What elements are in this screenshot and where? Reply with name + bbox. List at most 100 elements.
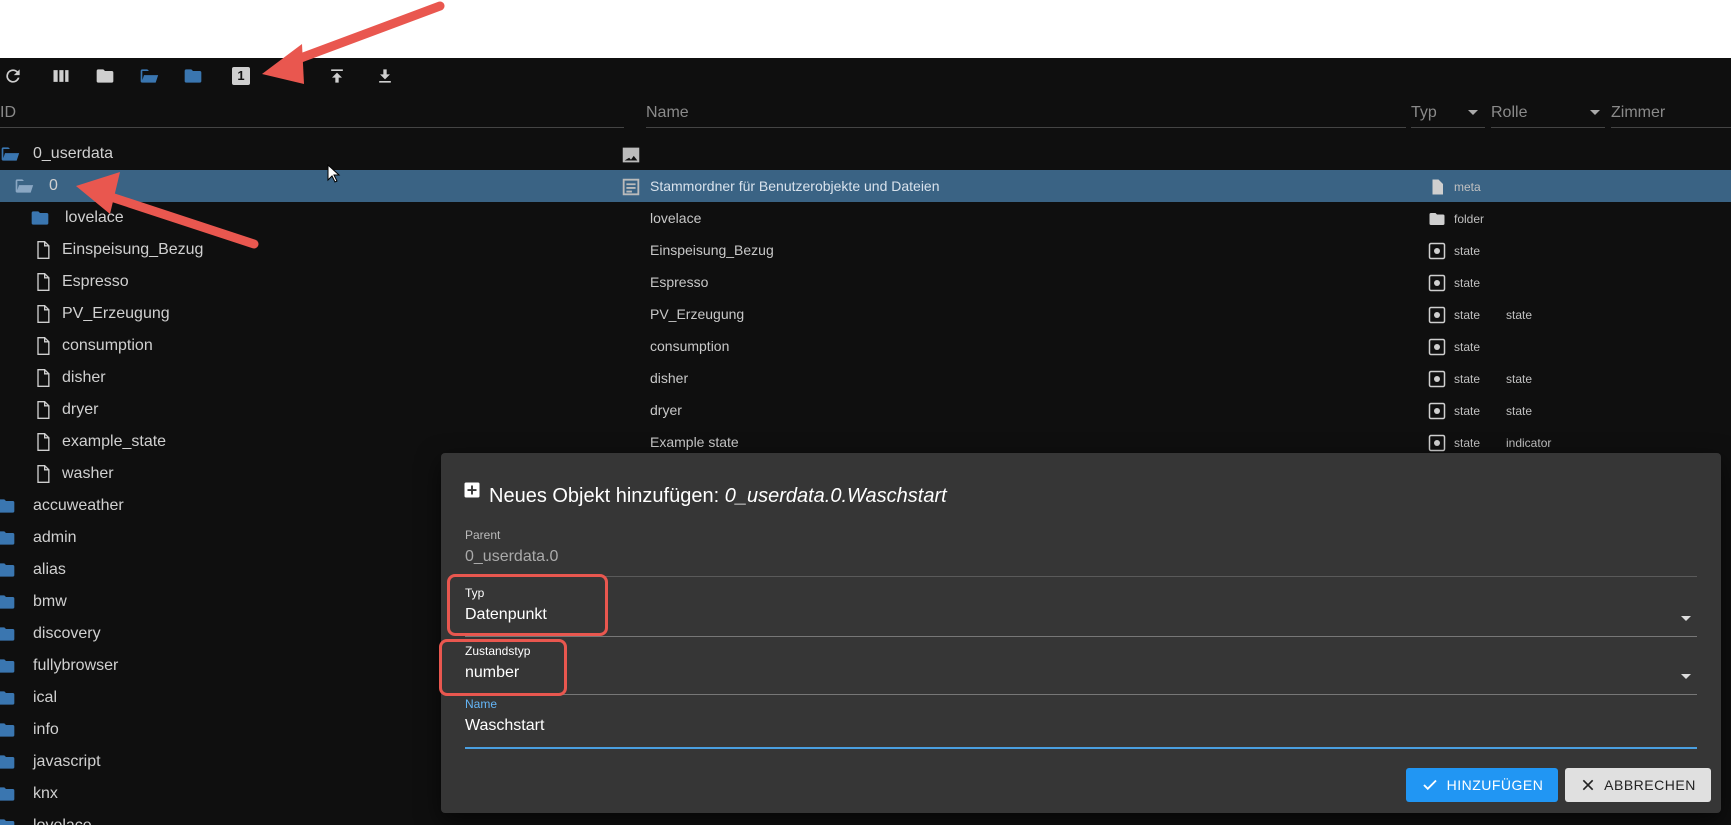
header-type[interactable]: Typ bbox=[1411, 104, 1437, 122]
document-icon bbox=[1432, 179, 1443, 195]
tree-row[interactable]: dryer dryer state state bbox=[0, 394, 1731, 426]
tree-row-label: javascript bbox=[33, 753, 101, 770]
object-browser: 1 + ID Name Typ Rolle Zimmer 0_userdata bbox=[0, 58, 1731, 825]
tree-row-name: Example state bbox=[650, 434, 739, 450]
tree-row[interactable]: Einspeisung_Bezug Einspeisung_Bezug stat… bbox=[0, 234, 1731, 266]
room-header-underline bbox=[1611, 127, 1731, 128]
tree-row-name: consumption bbox=[650, 338, 730, 354]
type-label: state bbox=[1454, 276, 1481, 290]
badge-one-icon[interactable]: 1 bbox=[230, 66, 252, 86]
dialog-title-path: 0_userdata.0.Waschstart bbox=[724, 485, 947, 507]
type-label: state bbox=[1454, 404, 1481, 418]
role-filter-caret-icon[interactable] bbox=[1590, 110, 1600, 115]
tree-row[interactable]: disher disher state state bbox=[0, 362, 1731, 394]
tree-row-name: Stammordner für Benutzerobjekte und Date… bbox=[650, 178, 940, 194]
type-cell: state bbox=[1428, 304, 1508, 326]
tree-row[interactable]: consumption consumption state bbox=[0, 330, 1731, 362]
folder-icon[interactable] bbox=[94, 66, 116, 86]
tree-row-label: ical bbox=[33, 689, 58, 706]
folder-icon bbox=[0, 691, 15, 705]
file-icon bbox=[37, 241, 50, 259]
tree-row[interactable]: Espresso Espresso state bbox=[0, 266, 1731, 298]
name-header-underline bbox=[646, 127, 1406, 128]
description-icon[interactable] bbox=[620, 176, 642, 198]
annotation-box-type bbox=[447, 574, 608, 636]
type-filter-caret-icon[interactable] bbox=[1468, 110, 1478, 115]
header-name[interactable]: Name bbox=[646, 104, 689, 122]
tree-row-name: dryer bbox=[650, 402, 682, 418]
annotation-box-statetype bbox=[439, 639, 567, 696]
folder-icon bbox=[1429, 213, 1445, 225]
name-label: Name bbox=[465, 697, 498, 711]
mouse-cursor-icon bbox=[327, 164, 341, 183]
folder-open-icon bbox=[15, 179, 34, 193]
add-object-dialog: Neues Objekt hinzufügen: 0_userdata.0.Wa… bbox=[441, 453, 1721, 813]
header-room[interactable]: Zimmer bbox=[1611, 104, 1665, 122]
state-type-dropdown-caret-icon[interactable] bbox=[1681, 674, 1691, 679]
folder-icon bbox=[0, 531, 15, 545]
state-icon bbox=[1428, 242, 1446, 260]
add-button[interactable]: HINZUFÜGEN bbox=[1406, 768, 1558, 802]
download-icon[interactable] bbox=[374, 66, 396, 86]
file-icon bbox=[37, 465, 50, 483]
dialog-title-prefix: Neues Objekt hinzufügen: bbox=[489, 485, 720, 507]
folder-open-icon bbox=[1, 147, 20, 161]
tree-row-label: discovery bbox=[33, 625, 101, 642]
type-label: state bbox=[1454, 244, 1481, 258]
tree-row-name: Espresso bbox=[650, 274, 709, 290]
state-type-select[interactable]: Zustandstyp number bbox=[465, 644, 1697, 695]
type-label: Typ bbox=[465, 586, 485, 600]
type-value: Datenpunkt bbox=[465, 606, 547, 623]
tree-row-label: PV_Erzeugung bbox=[62, 305, 170, 322]
type-label: state bbox=[1454, 436, 1481, 450]
type-cell: state bbox=[1428, 432, 1508, 454]
tree-row-label: alias bbox=[33, 561, 66, 578]
state-type-label: Zustandstyp bbox=[465, 644, 531, 658]
folder-icon bbox=[0, 819, 15, 825]
name-input[interactable]: Name Waschstart bbox=[465, 697, 1697, 749]
tree-row-name: Einspeisung_Bezug bbox=[650, 242, 774, 258]
name-value[interactable]: Waschstart bbox=[465, 717, 1697, 735]
file-icon bbox=[37, 369, 50, 387]
type-label: state bbox=[1454, 308, 1481, 322]
file-icon bbox=[37, 337, 50, 355]
refresh-icon[interactable] bbox=[2, 66, 24, 86]
cancel-button[interactable]: ABBRECHEN bbox=[1565, 768, 1711, 802]
header-role[interactable]: Rolle bbox=[1491, 104, 1527, 122]
image-icon[interactable] bbox=[620, 144, 642, 166]
type-cell: state bbox=[1428, 272, 1508, 294]
type-underline bbox=[465, 636, 1697, 637]
add-icon[interactable]: + bbox=[278, 65, 300, 87]
tree-row-name: PV_Erzeugung bbox=[650, 306, 745, 322]
type-select[interactable]: Typ Datenpunkt bbox=[465, 586, 1697, 637]
tree-row-label: Einspeisung_Bezug bbox=[62, 241, 204, 258]
tree-row-label: bmw bbox=[33, 593, 67, 610]
upload-icon[interactable] bbox=[326, 66, 348, 86]
file-icon bbox=[37, 401, 50, 419]
close-icon bbox=[1582, 779, 1594, 791]
tree-row-label: 0_userdata bbox=[33, 145, 114, 162]
folder-icon bbox=[0, 787, 15, 801]
role-header-underline bbox=[1491, 127, 1605, 128]
folder-icon bbox=[31, 211, 49, 225]
top-white-strip bbox=[0, 0, 1731, 58]
folder-open-icon[interactable] bbox=[138, 66, 160, 86]
toolbar: 1 + bbox=[0, 58, 1731, 94]
tree-row[interactable]: PV_Erzeugung PV_Erzeugung state state bbox=[0, 298, 1731, 330]
state-icon bbox=[1428, 402, 1446, 420]
folder-blue-icon[interactable] bbox=[182, 66, 204, 86]
parent-value: 0_userdata.0 bbox=[465, 548, 559, 565]
check-icon bbox=[1422, 779, 1437, 791]
cancel-button-label: ABBRECHEN bbox=[1604, 777, 1696, 793]
role-label: state bbox=[1506, 372, 1533, 386]
state-icon bbox=[1428, 434, 1446, 452]
tree-row[interactable]: lovelace lovelace folder bbox=[0, 202, 1731, 234]
tree-row[interactable]: 0_userdata bbox=[0, 138, 1731, 170]
dialog-title: Neues Objekt hinzufügen: 0_userdata.0.Wa… bbox=[464, 482, 947, 508]
type-label: folder bbox=[1454, 212, 1485, 226]
header-id[interactable]: ID bbox=[0, 104, 16, 122]
columns-icon[interactable] bbox=[50, 66, 72, 86]
parent-underline bbox=[465, 576, 1697, 577]
type-dropdown-caret-icon[interactable] bbox=[1681, 616, 1691, 621]
tree-row-selected[interactable]: 0 Stammordner für Benutzerobjekte und Da… bbox=[0, 170, 1731, 202]
